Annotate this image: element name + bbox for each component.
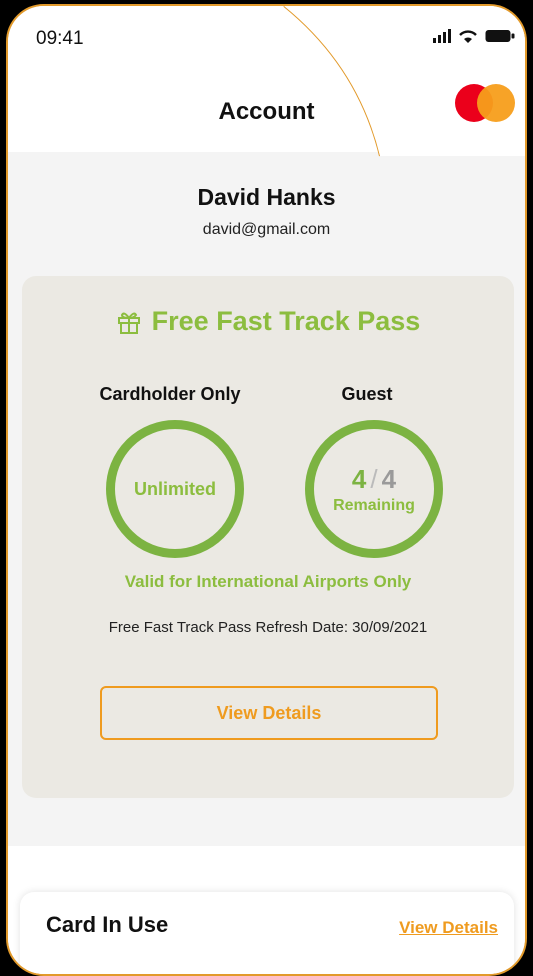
profile-email: david@gmail.com [202, 221, 331, 238]
view-details-button[interactable]: View Details [100, 686, 438, 740]
guest-pass-count: 4/4 [351, 463, 397, 494]
cardholder-pass-circle: Unlimited [106, 420, 244, 558]
card-in-use-title: Card In Use [46, 912, 169, 937]
battery-icon [485, 30, 515, 42]
card-in-use-panel: Card In Use View Details [20, 892, 514, 974]
guest-pass-unit: Remaining [333, 496, 415, 514]
phone-frame: 09:41 Account David Hanks david@gmail.co… [6, 4, 527, 976]
status-icons [433, 28, 515, 44]
validity-note: Valid for International Airports Only [124, 572, 412, 591]
pass-title-row: Free Fast Track Pass [22, 306, 514, 337]
guest-pass-circle: 4/4 Remaining [305, 420, 443, 558]
signal-icon [433, 29, 451, 43]
guest-pass-total: 4 [381, 463, 397, 494]
status-time: 09:41 [36, 28, 84, 49]
refresh-date: Free Fast Track Pass Refresh Date: 30/09… [108, 619, 428, 636]
cardholder-label: Cardholder Only [99, 384, 241, 404]
cardholder-pass-value: Unlimited [133, 478, 216, 499]
wifi-icon [459, 30, 477, 43]
pass-title: Free Fast Track Pass [151, 306, 421, 336]
profile-name: David Hanks [197, 184, 336, 210]
card-in-use-view-details-link[interactable]: View Details [399, 918, 498, 938]
guest-label: Guest [341, 384, 393, 404]
mastercard-icon[interactable] [455, 84, 517, 124]
fast-track-pass-card: Free Fast Track Pass Cardholder Only Gue… [22, 276, 514, 798]
gift-icon [117, 312, 140, 334]
guest-pass-used: 4 [351, 463, 367, 494]
page-title: Account [218, 98, 315, 125]
